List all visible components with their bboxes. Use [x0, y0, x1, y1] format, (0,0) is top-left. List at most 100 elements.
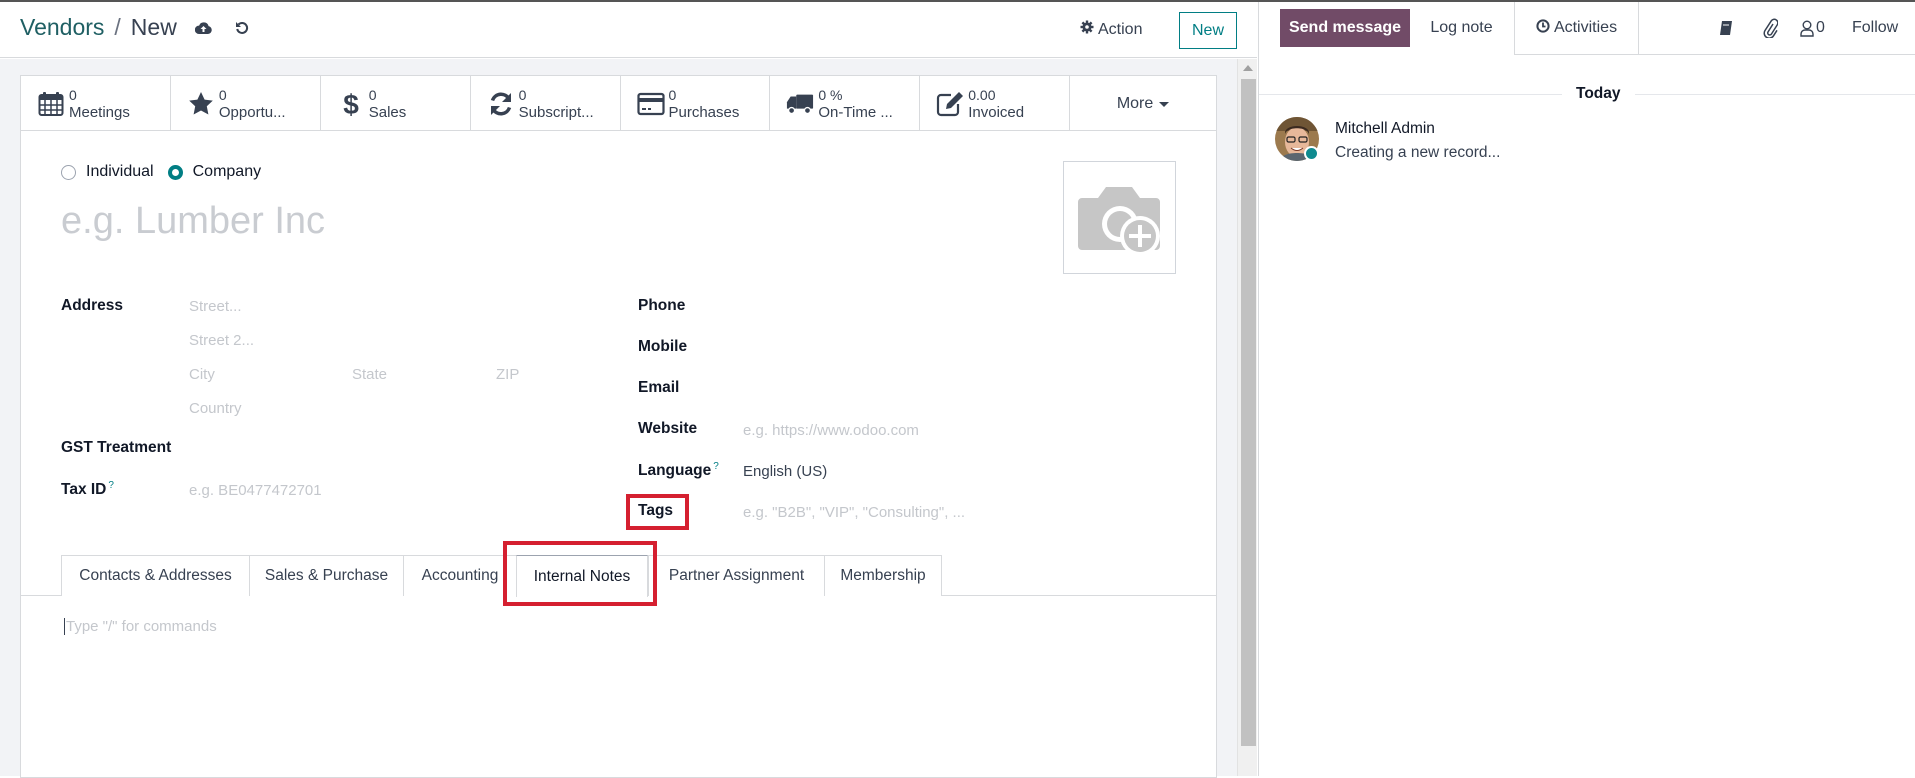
- stat-value: 0: [69, 86, 77, 103]
- message-body: Creating a new record...: [1335, 144, 1501, 161]
- truck-icon: [786, 90, 814, 118]
- camera-plus-icon: [1077, 186, 1160, 256]
- dollar-icon: $: [337, 89, 365, 119]
- tax-id-input[interactable]: e.g. BE0477472701: [189, 482, 322, 499]
- breadcrumb-current: New: [130, 14, 177, 40]
- stat-button-purchases[interactable]: 0 Purchases: [621, 76, 771, 131]
- stat-label: Invoiced: [968, 103, 1025, 121]
- street2-input[interactable]: Street 2...: [189, 332, 254, 349]
- svg-text:$: $: [343, 89, 359, 119]
- website-label: Website: [638, 420, 698, 437]
- tax-id-label-text: Tax ID: [61, 481, 107, 499]
- country-select[interactable]: Country: [189, 400, 242, 417]
- stat-label: Meetings: [69, 103, 130, 121]
- help-tooltip-icon[interactable]: ?: [108, 480, 114, 491]
- star-icon: [187, 90, 215, 118]
- stat-value: 0: [518, 86, 527, 103]
- user-icon: [1800, 20, 1814, 37]
- zip-input[interactable]: ZIP: [496, 366, 519, 383]
- tab-partner-assignment[interactable]: Partner Assignment: [648, 555, 825, 596]
- radio-label: Individual: [86, 163, 154, 180]
- followers-button[interactable]: 0: [1800, 19, 1825, 37]
- stat-button-on-time-rate[interactable]: 0 % On-Time ...: [770, 76, 921, 131]
- stat-value: 0.00: [968, 86, 996, 103]
- follow-button[interactable]: Follow: [1852, 19, 1898, 37]
- refresh-icon: [487, 90, 515, 118]
- send-message-button[interactable]: Send message: [1280, 9, 1410, 47]
- clock-icon: [1536, 18, 1550, 38]
- control-panel: Vendors / New Action New: [0, 2, 1257, 58]
- followers-count: 0: [1816, 19, 1825, 36]
- language-label: Language?: [638, 461, 719, 480]
- tab-accounting[interactable]: Accounting: [403, 555, 517, 596]
- activities-button[interactable]: Activities: [1514, 2, 1639, 55]
- message-author[interactable]: Mitchell Admin: [1335, 120, 1435, 138]
- stat-value: 0: [368, 86, 377, 103]
- radio-label: Company: [192, 163, 262, 180]
- stat-button-sales[interactable]: $ 0 Sales: [321, 76, 471, 131]
- cloud-upload-icon[interactable]: [193, 17, 215, 39]
- stat-value: 0: [668, 86, 677, 103]
- stat-button-invoiced[interactable]: 0.00 Invoiced: [920, 76, 1071, 131]
- tags-input[interactable]: e.g. "B2B", "VIP", "Consulting", ...: [743, 504, 965, 521]
- stat-label: On-Time ...: [818, 103, 893, 121]
- stat-value: 0 %: [818, 86, 843, 103]
- radio-checked-icon[interactable]: [167, 164, 183, 180]
- city-input[interactable]: City: [189, 366, 215, 383]
- form-view: Vendors / New Action New 0 Meetings 0 Op…: [0, 2, 1257, 778]
- stat-buttons-bar: 0 Meetings 0 Opportu... $ 0 Sales 0 Subscrip…: [21, 76, 1216, 131]
- log-note-button[interactable]: Log note: [1410, 9, 1513, 47]
- tags-label: Tags: [638, 502, 674, 519]
- stat-button-subscriptions[interactable]: 0 Subscript...: [471, 76, 621, 131]
- stat-button-meetings[interactable]: 0 Meetings: [21, 76, 171, 131]
- breadcrumb-vendors[interactable]: Vendors: [20, 14, 104, 41]
- state-select[interactable]: State: [352, 366, 387, 383]
- stat-label: Subscript...: [518, 103, 594, 121]
- stat-label: Sales: [368, 103, 407, 121]
- edit-icon: [936, 90, 964, 118]
- breadcrumb-separator: /: [114, 14, 121, 40]
- tab-internal-notes[interactable]: Internal Notes: [516, 555, 648, 597]
- address-label: Address: [61, 297, 124, 314]
- company-type-selector: Individual Company: [61, 163, 275, 181]
- date-separator: Today: [1562, 85, 1635, 103]
- tab-contacts-addresses[interactable]: Contacts & Addresses: [61, 555, 250, 596]
- tax-id-label: Tax ID?: [61, 480, 114, 499]
- stat-button-opportunities[interactable]: 0 Opportu...: [171, 76, 321, 131]
- calendar-icon: [37, 90, 65, 118]
- caret-down-icon: [1159, 102, 1170, 107]
- internal-notes-editor[interactable]: Type "/" for commands: [64, 618, 217, 635]
- gear-icon: [1080, 20, 1094, 39]
- language-label-text: Language: [638, 462, 712, 480]
- radio-circle-icon[interactable]: [61, 164, 76, 180]
- new-button[interactable]: New: [1179, 12, 1237, 49]
- undo-icon[interactable]: [231, 17, 253, 39]
- chatter-panel: Send message Log note Activities 0 Follo…: [1258, 2, 1915, 776]
- stat-label: Purchases: [668, 103, 740, 121]
- tab-sales-purchase[interactable]: Sales & Purchase: [249, 555, 404, 596]
- scroll-up-arrow-icon[interactable]: [1243, 65, 1253, 71]
- scrollbar-thumb[interactable]: [1241, 79, 1256, 746]
- action-label: Action: [1098, 20, 1143, 38]
- chatter-topbar-divider: [1639, 54, 1915, 55]
- stat-label: Opportu...: [218, 103, 286, 121]
- website-input[interactable]: e.g. https://www.odoo.com: [743, 422, 919, 439]
- help-tooltip-icon[interactable]: ?: [713, 461, 719, 472]
- form-scrollbar[interactable]: [1237, 59, 1257, 776]
- more-label: More: [1116, 94, 1154, 112]
- breadcrumb: Vendors / New: [20, 14, 253, 41]
- street-input[interactable]: Street...: [189, 298, 242, 315]
- email-label: Email: [638, 379, 680, 396]
- language-select[interactable]: English (US): [743, 463, 827, 480]
- tab-membership[interactable]: Membership: [824, 555, 942, 596]
- more-stats-button[interactable]: More: [1070, 76, 1216, 131]
- online-status-icon: [1304, 146, 1319, 161]
- action-menu-button[interactable]: Action: [1080, 20, 1142, 39]
- image-upload[interactable]: [1063, 161, 1176, 274]
- radio-company[interactable]: Company: [167, 163, 262, 181]
- book-icon[interactable]: [1719, 20, 1733, 36]
- radio-individual[interactable]: Individual: [61, 163, 154, 181]
- company-name-input[interactable]: [61, 200, 861, 243]
- paperclip-icon[interactable]: [1762, 18, 1778, 38]
- form-sheet: 0 Meetings 0 Opportu... $ 0 Sales 0 Subscrip…: [20, 75, 1217, 778]
